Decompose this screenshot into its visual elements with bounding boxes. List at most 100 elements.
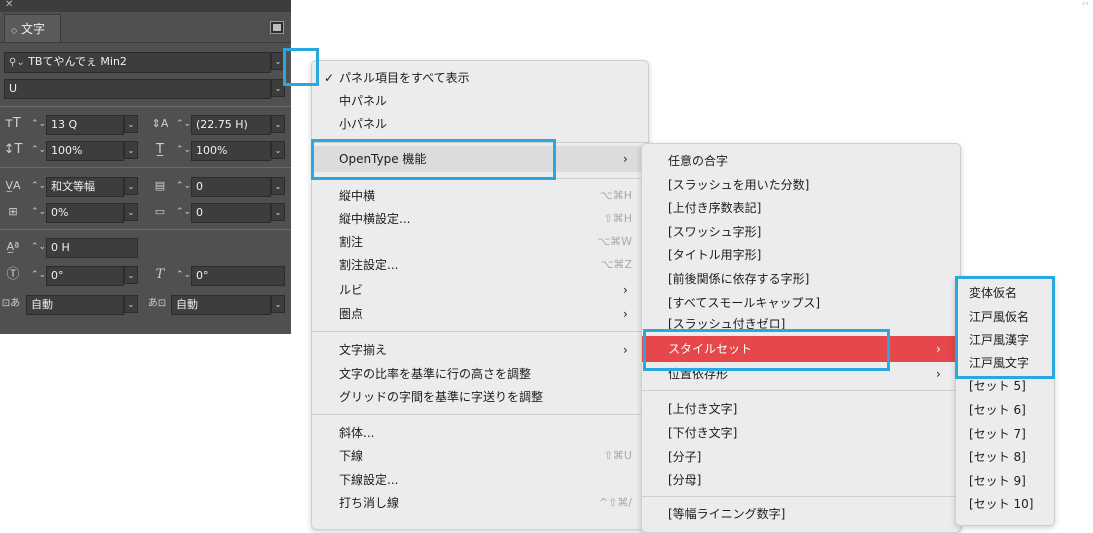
character-panel: ✕ ‹‹ ◇ 文字 ⚲⌄ TBてやんでぇ Min2 ⌄ U ⌄ ᴛT ⌃⌄ 13… [0,0,1089,334]
aki-before-value: 自動 [31,298,53,311]
rotate-value: 0° [51,269,64,282]
chevron-right-icon: › [936,342,941,356]
baseline-shift-field[interactable]: 0 H [46,238,138,258]
tsume-value: 0% [51,206,69,219]
vertical-scale-field[interactable]: 100% [46,141,124,161]
leading-field[interactable]: (22.75 H) [191,115,271,135]
tracking-icon: ▤ [154,179,166,192]
skew-stepper[interactable]: ⌃⌄ [176,266,191,284]
font-size-dropdown[interactable]: ⌄ [124,115,138,133]
font-size-field[interactable]: 13 Q [46,115,124,135]
vertical-scale-icon: ↕T [3,142,23,157]
menu-item-ruby[interactable]: ルビ [339,282,363,298]
menu-item-strikethrough[interactable]: 打ち消し線 [339,495,399,511]
aki-before-dropdown[interactable]: ⌄ [124,295,138,313]
rotate-icon: Ⓣ [6,267,20,282]
skew-value: 0° [196,269,209,282]
aki-stepper[interactable]: ⌃⌄ [176,203,191,221]
menu-item-kenten[interactable]: 圏点 [339,306,363,322]
menu-item-discretionary-ligatures[interactable]: 任意の合字 [668,153,728,169]
menu-item-show-all[interactable]: パネル項目をすべて表示 [339,70,470,86]
font-style-field[interactable]: U [4,79,271,99]
panel-title-bar [0,0,291,12]
kerning-dropdown[interactable]: ⌄ [124,177,138,195]
skew-field[interactable]: 0° [191,266,285,286]
menu-item-moji-soroe[interactable]: 文字揃え [339,342,387,358]
tsume-dropdown[interactable]: ⌄ [124,203,138,221]
aki-dropdown[interactable]: ⌄ [271,203,285,221]
tracking-stepper[interactable]: ⌃⌄ [176,177,191,195]
menu-item-superscript[interactable]: [上付き文字] [668,401,737,417]
tab-character[interactable]: ◇ 文字 [4,14,61,42]
horizontal-scale-dropdown[interactable]: ⌄ [271,141,285,159]
tsume-field[interactable]: 0% [46,203,124,223]
menu-item-tabular-lining[interactable]: [等幅ライニング数字] [668,506,785,522]
search-icon: ⚲⌄ [9,57,25,68]
panel-menu-button[interactable] [270,21,284,34]
menu-item-set-6[interactable]: [セット 6] [969,402,1026,418]
tsume-stepper[interactable]: ⌃⌄ [31,203,46,221]
menu-item-warichu[interactable]: 割注 [339,234,363,250]
menu-item-ordinal[interactable]: [上付き序数表記] [668,200,761,216]
menu-item-fractions[interactable]: [スラッシュを用いた分数] [668,177,809,193]
menu-item-line-height[interactable]: 文字の比率を基準に行の高さを調整 [339,366,531,382]
vertical-scale-dropdown[interactable]: ⌄ [124,141,138,159]
menu-item-set-10[interactable]: [セット 10] [969,496,1033,512]
tsume-icon: ⊞ [8,205,18,218]
shortcut-text: ⇧⌘H [603,212,633,225]
horizontal-scale-field[interactable]: 100% [191,141,271,161]
collapse-icon[interactable]: ‹‹ [1082,0,1089,9]
menu-item-warichu-settings[interactable]: 割注設定... [339,257,398,273]
callout-set-list [955,276,1055,379]
tracking-field[interactable]: 0 [191,177,271,197]
menu-item-denominator[interactable]: [分母] [668,472,701,488]
baseline-shift-stepper[interactable]: ⌃⌄ [31,238,46,256]
aki-after-icon: あ⊡ [147,298,167,309]
menu-item-medium-panel[interactable]: 中パネル [339,93,387,109]
rotate-dropdown[interactable]: ⌄ [124,266,138,284]
menu-item-italic[interactable]: 斜体... [339,425,374,441]
menu-item-set-5[interactable]: [セット 5] [969,378,1026,394]
tracking-dropdown[interactable]: ⌄ [271,177,285,195]
menu-item-underline[interactable]: 下線 [339,448,363,464]
menu-item-swash[interactable]: [スワッシュ字形] [668,224,761,240]
chevron-right-icon: › [936,367,941,381]
menu-item-set-8[interactable]: [セット 8] [969,449,1026,465]
aki-before-field[interactable]: 自動 [26,295,124,315]
aki-after-value: 自動 [176,298,198,311]
kerning-stepper[interactable]: ⌃⌄ [31,177,46,195]
horizontal-scale-stepper[interactable]: ⌃⌄ [176,141,191,159]
font-family-field[interactable]: ⚲⌄ TBてやんでぇ Min2 [4,52,271,73]
rotate-stepper[interactable]: ⌃⌄ [31,266,46,284]
aki-field[interactable]: 0 [191,203,271,223]
shortcut-text: ⌥⌘W [597,235,632,248]
chevron-right-icon: › [623,343,628,357]
menu-item-grid-spacing[interactable]: グリッドの字間を基準に字送りを調整 [339,389,543,405]
menu-item-contextual[interactable]: [前後関係に依存する字形] [668,271,809,287]
menu-item-underline-settings[interactable]: 下線設定... [339,472,398,488]
kerning-value: 和文等幅 [51,180,95,193]
menu-item-small-panel[interactable]: 小パネル [339,116,387,132]
aki-after-dropdown[interactable]: ⌄ [271,295,285,313]
font-size-stepper[interactable]: ⌃⌄ [31,115,46,133]
leading-stepper[interactable]: ⌃⌄ [176,115,191,133]
leading-value: (22.75 H) [196,118,248,131]
close-icon[interactable]: ✕ [5,0,13,10]
menu-item-tatechuyoko-settings[interactable]: 縦中横設定... [339,211,410,227]
tab-arrows-icon: ◇ [11,26,18,35]
vertical-scale-stepper[interactable]: ⌃⌄ [31,141,46,159]
menu-item-set-9[interactable]: [セット 9] [969,473,1026,489]
rotate-field[interactable]: 0° [46,266,124,286]
menu-item-subscript[interactable]: [下付き文字] [668,425,737,441]
menu-item-set-7[interactable]: [セット 7] [969,426,1026,442]
menu-item-titling[interactable]: [タイトル用字形] [668,247,761,263]
aki-after-field[interactable]: 自動 [171,295,271,315]
menu-item-numerator[interactable]: [分子] [668,449,701,465]
shortcut-text: ⇧⌘U [603,449,632,462]
tracking-value: 0 [196,180,203,193]
menu-item-all-small-caps[interactable]: [すべてスモールキャップス] [668,295,820,311]
menu-item-tatechuyoko[interactable]: 縦中横 [339,188,375,204]
leading-dropdown[interactable]: ⌄ [271,115,285,133]
kerning-field[interactable]: 和文等幅 [46,177,124,197]
baseline-shift-value: 0 H [51,241,70,254]
